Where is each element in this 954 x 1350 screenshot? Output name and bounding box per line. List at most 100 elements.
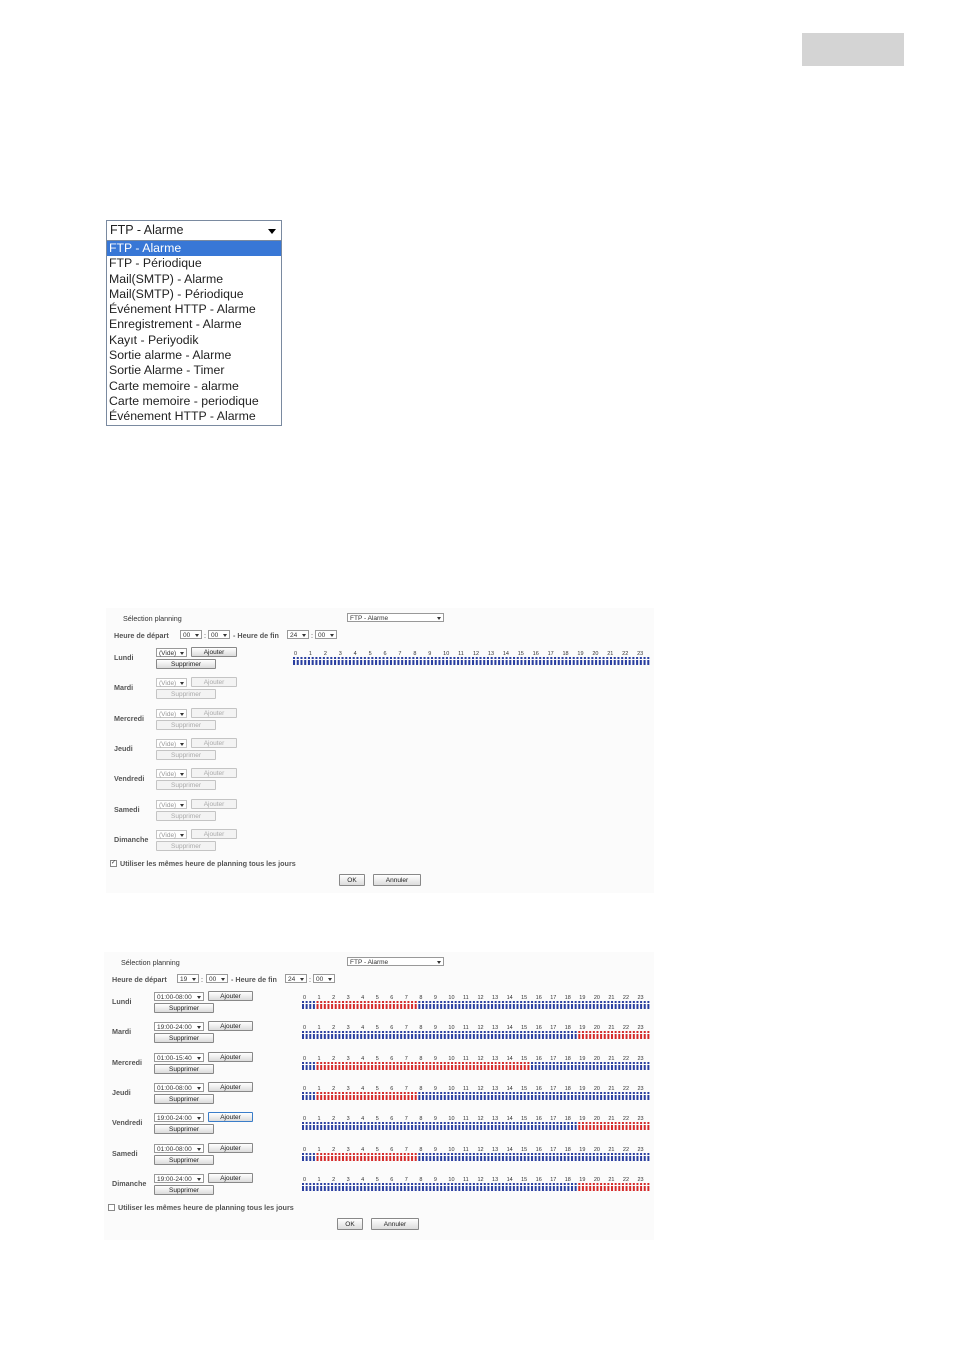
timeline-slot[interactable] bbox=[581, 1155, 584, 1161]
timeline-slot[interactable] bbox=[389, 1004, 392, 1009]
timeline-slot[interactable] bbox=[538, 1155, 541, 1161]
timeline-slot[interactable] bbox=[414, 1034, 417, 1040]
timeline-slot[interactable] bbox=[411, 1064, 414, 1070]
timeline-slot[interactable] bbox=[396, 1034, 399, 1040]
timeline-slot[interactable] bbox=[451, 1185, 454, 1191]
timeline-slot[interactable] bbox=[447, 1185, 450, 1191]
timeline-slot[interactable] bbox=[498, 1094, 501, 1100]
timeline-slot[interactable] bbox=[305, 1094, 308, 1100]
timeline-slot[interactable] bbox=[491, 1125, 494, 1131]
timeline-slot[interactable] bbox=[611, 1064, 614, 1070]
timeline-slot[interactable] bbox=[356, 1034, 359, 1040]
timeline-slot[interactable] bbox=[509, 1034, 512, 1040]
timeline-slot[interactable] bbox=[549, 1125, 552, 1131]
timeline-slot[interactable] bbox=[628, 660, 631, 665]
timeline-slot[interactable] bbox=[345, 1034, 348, 1040]
timeline-slot[interactable] bbox=[352, 1064, 355, 1070]
timeline-slot[interactable] bbox=[516, 1094, 519, 1100]
timeline-slot[interactable] bbox=[349, 1094, 352, 1100]
dropdown-option[interactable]: Événement HTTP - Alarme bbox=[107, 302, 281, 317]
timeline-slot[interactable] bbox=[574, 1094, 577, 1100]
delete-button[interactable]: Supprimer bbox=[156, 780, 216, 791]
timeline-slot[interactable] bbox=[516, 1155, 519, 1161]
timeline-slot[interactable] bbox=[323, 1155, 326, 1161]
timeline-slot[interactable] bbox=[385, 1094, 388, 1100]
timeline-slot[interactable] bbox=[312, 1185, 315, 1191]
timeline-slot[interactable] bbox=[293, 660, 296, 665]
timeline-slot[interactable] bbox=[400, 1004, 403, 1009]
timeline-slot[interactable] bbox=[541, 1034, 544, 1040]
timeline-slot[interactable] bbox=[476, 1064, 479, 1070]
timeline-slot[interactable] bbox=[436, 1125, 439, 1131]
timeline-slot[interactable] bbox=[512, 1064, 515, 1070]
timeline-slot[interactable] bbox=[334, 1125, 337, 1131]
add-button[interactable]: Ajouter bbox=[191, 828, 237, 839]
timeline-slot[interactable] bbox=[607, 1094, 610, 1100]
timeline-slot[interactable] bbox=[527, 1094, 530, 1100]
timeline-slot[interactable] bbox=[341, 660, 344, 665]
timeline-slot[interactable] bbox=[613, 660, 616, 665]
timeline-slot[interactable] bbox=[494, 1064, 497, 1070]
timeline-slot[interactable] bbox=[607, 1125, 610, 1131]
timeline-slot[interactable] bbox=[453, 660, 456, 665]
timeline-slot[interactable] bbox=[581, 1094, 584, 1100]
timeline-slot[interactable] bbox=[451, 1125, 454, 1131]
timeline-slot[interactable] bbox=[425, 1034, 428, 1040]
timeline-slot[interactable] bbox=[602, 660, 605, 665]
timeline-slot[interactable] bbox=[407, 1004, 410, 1009]
timeline-slot[interactable] bbox=[432, 1004, 435, 1009]
timeline-slot[interactable] bbox=[400, 1034, 403, 1040]
timeline-slot[interactable] bbox=[640, 1155, 643, 1161]
timeline-slot[interactable] bbox=[418, 1185, 421, 1191]
timeline-slot[interactable] bbox=[494, 1004, 497, 1009]
ok-button[interactable]: OK bbox=[339, 874, 365, 886]
timeline-slot[interactable] bbox=[341, 1064, 344, 1070]
timeline-slot[interactable] bbox=[414, 1004, 417, 1009]
timeline-slot[interactable] bbox=[356, 1155, 359, 1161]
timeline-slot[interactable] bbox=[498, 1034, 501, 1040]
timeline-slot[interactable] bbox=[447, 1004, 450, 1009]
dropdown-option[interactable]: FTP - Périodique bbox=[107, 256, 281, 271]
timeline-slot[interactable] bbox=[545, 1004, 548, 1009]
timeline-slot[interactable] bbox=[396, 1125, 399, 1131]
timeline-slot[interactable] bbox=[381, 1185, 384, 1191]
timeline-slot[interactable] bbox=[458, 1004, 461, 1009]
timeline-slot[interactable] bbox=[451, 1155, 454, 1161]
timeline-slot[interactable] bbox=[432, 1064, 435, 1070]
timeline-slot[interactable] bbox=[574, 1064, 577, 1070]
timeline-slot[interactable] bbox=[440, 1185, 443, 1191]
timeline-slot[interactable] bbox=[527, 1034, 530, 1040]
timeline-slot[interactable] bbox=[430, 660, 434, 665]
delete-button[interactable]: Supprimer bbox=[154, 1063, 214, 1074]
timeline-slot[interactable] bbox=[621, 1034, 624, 1040]
timeline-slot[interactable] bbox=[304, 660, 307, 665]
timeline-slot[interactable] bbox=[487, 1155, 490, 1161]
timeline-slot[interactable] bbox=[603, 1064, 606, 1070]
schedule-type-select[interactable]: FTP - Alarme bbox=[106, 220, 282, 241]
timeline-slot[interactable] bbox=[367, 1125, 370, 1131]
timeline-slot[interactable] bbox=[480, 1185, 483, 1191]
timeline-slot[interactable] bbox=[600, 1094, 603, 1100]
timeline-slot[interactable] bbox=[501, 1155, 504, 1161]
timeline-slot[interactable] bbox=[461, 1064, 464, 1070]
timeline-slot[interactable] bbox=[603, 1125, 606, 1131]
timeline-slot[interactable] bbox=[527, 1064, 530, 1070]
timeline-slot[interactable] bbox=[581, 1064, 584, 1070]
timeline-slot[interactable] bbox=[568, 660, 572, 665]
timeline-slot[interactable] bbox=[326, 660, 329, 665]
timeline-slot[interactable] bbox=[323, 1185, 326, 1191]
timeline-slot[interactable] bbox=[349, 1004, 352, 1009]
timeline-slot[interactable] bbox=[432, 1034, 435, 1040]
timeline-slot[interactable] bbox=[316, 1004, 319, 1009]
timeline-slot[interactable] bbox=[400, 1064, 403, 1070]
timeline-slot[interactable] bbox=[320, 1004, 323, 1009]
timeline-slot[interactable] bbox=[632, 1125, 635, 1131]
timeline-slot[interactable] bbox=[509, 1125, 512, 1131]
timeline-slot[interactable] bbox=[386, 660, 389, 665]
timeline-slot[interactable] bbox=[509, 660, 512, 665]
timeline-slot[interactable] bbox=[541, 1004, 544, 1009]
timeline-slot[interactable] bbox=[618, 1064, 621, 1070]
timeline-slot[interactable] bbox=[483, 1094, 486, 1100]
timeline-slot[interactable] bbox=[592, 1064, 595, 1070]
timeline-slot[interactable] bbox=[611, 1125, 614, 1131]
